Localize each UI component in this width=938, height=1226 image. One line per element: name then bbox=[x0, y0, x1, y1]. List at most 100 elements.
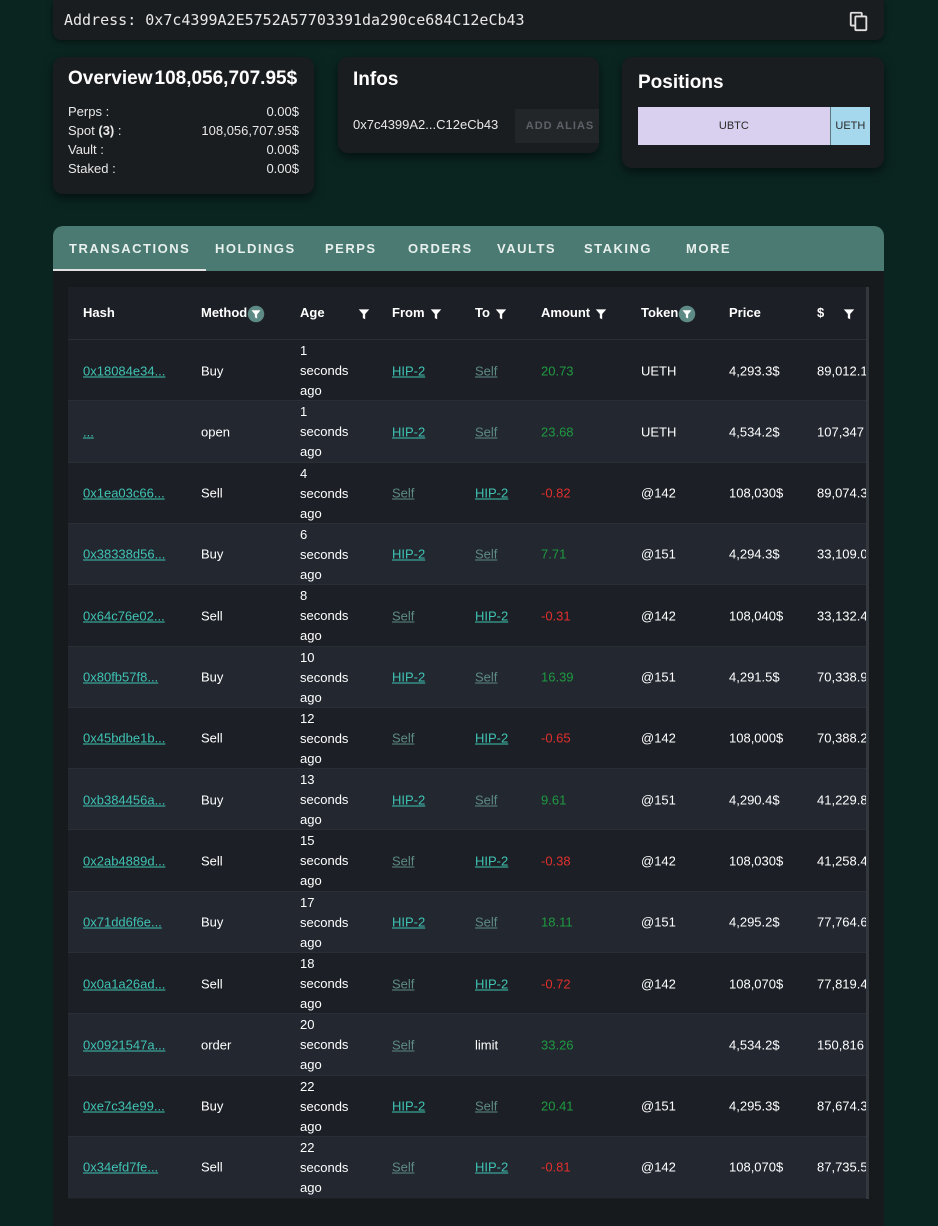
column-header-amount[interactable]: Amount bbox=[541, 287, 608, 339]
position-segment-ueth[interactable]: UETH bbox=[829, 107, 870, 145]
tx-to-link[interactable]: Self bbox=[475, 547, 497, 562]
positions-title: Positions bbox=[638, 72, 724, 93]
table-row[interactable]: 0xb384456a... Buy 13 seconds ago HIP-2 Self 9.6… bbox=[68, 768, 866, 831]
tx-to-link[interactable]: Self bbox=[475, 915, 497, 930]
tx-token: @142 bbox=[641, 853, 676, 869]
tx-hash-link[interactable]: 0xe7c34e99... bbox=[83, 1099, 165, 1114]
tx-age-line: 12 bbox=[300, 710, 315, 726]
column-header-label: Age bbox=[300, 305, 325, 320]
table-row[interactable]: 0x80fb57f8... Buy 10 seconds ago HIP-2 Self 16.… bbox=[68, 645, 866, 708]
tab-holdings[interactable]: HOLDINGS bbox=[215, 226, 296, 271]
tab-vaults[interactable]: VAULTS bbox=[497, 226, 556, 271]
table-row[interactable]: 0x0a1a26ad... Sell 18 seconds ago Self HIP-2 -0… bbox=[68, 952, 866, 1014]
tx-hash-link[interactable]: 0xb384456a... bbox=[83, 792, 165, 807]
address-value: 0x7c4399A2E5752A57703391da290ce684C12eCb… bbox=[145, 11, 525, 29]
filter-icon[interactable] bbox=[594, 307, 608, 321]
tx-from-link[interactable]: HIP-2 bbox=[392, 670, 425, 685]
tx-to-link: limit bbox=[475, 1037, 499, 1053]
column-header-usd[interactable]: $ bbox=[817, 287, 856, 339]
add-alias-button[interactable]: ADD ALIAS bbox=[515, 109, 599, 143]
tx-age-line: seconds bbox=[300, 792, 349, 808]
tx-from-link[interactable]: Self bbox=[392, 976, 414, 991]
tx-hash-link[interactable]: ... bbox=[83, 424, 94, 439]
tab-transactions[interactable]: TRANSACTIONS bbox=[52, 226, 207, 271]
tx-hash-link[interactable]: 0x38338d56... bbox=[83, 547, 165, 562]
table-row[interactable]: 0x2ab4889d... Sell 15 seconds ago Self HIP-2 -0… bbox=[68, 829, 866, 892]
column-header-token[interactable]: Token bbox=[641, 287, 696, 339]
tx-hash-link[interactable]: 0x0a1a26ad... bbox=[83, 976, 165, 991]
infos-title: Infos bbox=[353, 69, 399, 90]
filter-icon[interactable] bbox=[247, 305, 265, 323]
tx-price: 4,290.4$ bbox=[729, 792, 780, 808]
tx-token: @151 bbox=[641, 546, 676, 562]
table-row[interactable]: 0x64c76e02... Sell 8 seconds ago Self HIP-2 -0.… bbox=[68, 584, 866, 647]
tx-from-link[interactable]: Self bbox=[392, 1037, 414, 1052]
tx-to-link[interactable]: Self bbox=[475, 792, 497, 807]
tx-from-link[interactable]: HIP-2 bbox=[392, 792, 425, 807]
filter-icon[interactable] bbox=[494, 307, 508, 321]
column-header-age[interactable]: Age bbox=[300, 287, 371, 339]
column-header-to[interactable]: To bbox=[475, 287, 508, 339]
table-row[interactable]: 0x34efd7fe... Sell 22 seconds ago Self HIP-2 -0… bbox=[68, 1135, 866, 1198]
filter-icon[interactable] bbox=[678, 305, 696, 323]
tx-from-link[interactable]: HIP-2 bbox=[392, 547, 425, 562]
tx-amount: -0.81 bbox=[541, 1159, 571, 1175]
filter-icon[interactable] bbox=[357, 307, 371, 321]
tx-hash-link[interactable]: 0x2ab4889d... bbox=[83, 853, 165, 868]
tx-to-link[interactable]: HIP-2 bbox=[475, 1160, 508, 1175]
tx-to-link[interactable]: HIP-2 bbox=[475, 486, 508, 501]
tx-hash-link[interactable]: 0x71dd6f6e... bbox=[83, 915, 162, 930]
tx-from-link[interactable]: Self bbox=[392, 731, 414, 746]
tab-staking[interactable]: STAKING bbox=[584, 226, 652, 271]
tx-age-line: ago bbox=[300, 934, 322, 950]
tx-from-link[interactable]: Self bbox=[392, 1160, 414, 1175]
tx-hash-link[interactable]: 0x0921547a... bbox=[83, 1037, 165, 1052]
column-header-price[interactable]: Price bbox=[729, 287, 761, 339]
tx-from-link[interactable]: Self bbox=[392, 486, 414, 501]
tx-to-link[interactable]: HIP-2 bbox=[475, 731, 508, 746]
tx-to-link[interactable]: HIP-2 bbox=[475, 608, 508, 623]
position-segment-ubtc[interactable]: UBTC bbox=[638, 107, 830, 145]
tx-to-link[interactable]: Self bbox=[475, 424, 497, 439]
table-scrollbar[interactable] bbox=[866, 287, 869, 1199]
copy-icon[interactable] bbox=[848, 10, 870, 32]
tx-from-link[interactable]: HIP-2 bbox=[392, 424, 425, 439]
tx-hash-link[interactable]: 0x80fb57f8... bbox=[83, 670, 158, 685]
tx-hash-link[interactable]: 0x1ea03c66... bbox=[83, 486, 165, 501]
tx-to-link[interactable]: Self bbox=[475, 1099, 497, 1114]
tx-from-link[interactable]: Self bbox=[392, 608, 414, 623]
table-row[interactable]: 0x1ea03c66... Sell 4 seconds ago Self HIP-2 -0.… bbox=[68, 461, 866, 524]
tx-from-link[interactable]: HIP-2 bbox=[392, 363, 425, 378]
tx-hash-link[interactable]: 0x18084e34... bbox=[83, 363, 165, 378]
table-row[interactable]: 0x45bdbe1b... Sell 12 seconds ago Self HIP-2 -0… bbox=[68, 706, 866, 769]
tx-from-link[interactable]: HIP-2 bbox=[392, 1099, 425, 1114]
tx-to-link[interactable]: HIP-2 bbox=[475, 853, 508, 868]
tx-age-line: ago bbox=[300, 505, 322, 521]
column-header-from[interactable]: From bbox=[392, 287, 443, 339]
tx-method: Buy bbox=[201, 914, 224, 930]
tx-hash-link[interactable]: 0x34efd7fe... bbox=[83, 1160, 158, 1175]
filter-icon[interactable] bbox=[429, 307, 443, 321]
filter-icon[interactable] bbox=[842, 307, 856, 321]
tab-perps[interactable]: PERPS bbox=[325, 226, 377, 271]
table-row[interactable]: 0x18084e34... Buy 1 seconds ago HIP-2 Self 20.7… bbox=[68, 339, 866, 401]
table-row[interactable]: ... open 1 seconds ago HIP-2 Self 23.68 UETH 4,53… bbox=[68, 400, 866, 463]
tx-age-line: 15 bbox=[300, 833, 315, 849]
column-header-hash[interactable]: Hash bbox=[83, 287, 115, 339]
table-row[interactable]: 0x38338d56... Buy 6 seconds ago HIP-2 Self 7.71… bbox=[68, 522, 866, 585]
tx-to-link[interactable]: HIP-2 bbox=[475, 976, 508, 991]
tx-hash-link[interactable]: 0x45bdbe1b... bbox=[83, 731, 165, 746]
tx-age-line: seconds bbox=[300, 853, 349, 869]
tab-orders[interactable]: ORDERS bbox=[408, 226, 473, 271]
overview-row-value: 0.00$ bbox=[266, 161, 299, 176]
tx-from-link[interactable]: Self bbox=[392, 853, 414, 868]
tx-to-link[interactable]: Self bbox=[475, 670, 497, 685]
tx-to-link[interactable]: Self bbox=[475, 363, 497, 378]
table-row[interactable]: 0x0921547a... order 20 seconds ago Self limit 3… bbox=[68, 1013, 866, 1076]
table-row[interactable]: 0x71dd6f6e... Buy 17 seconds ago HIP-2 Self 18.… bbox=[68, 890, 866, 953]
tab-more[interactable]: MORE bbox=[686, 226, 731, 271]
table-row[interactable]: 0xe7c34e99... Buy 22 seconds ago HIP-2 Self 20.… bbox=[68, 1074, 866, 1137]
tx-from-link[interactable]: HIP-2 bbox=[392, 915, 425, 930]
column-header-method[interactable]: Method bbox=[201, 287, 265, 339]
tx-hash-link[interactable]: 0x64c76e02... bbox=[83, 608, 165, 623]
